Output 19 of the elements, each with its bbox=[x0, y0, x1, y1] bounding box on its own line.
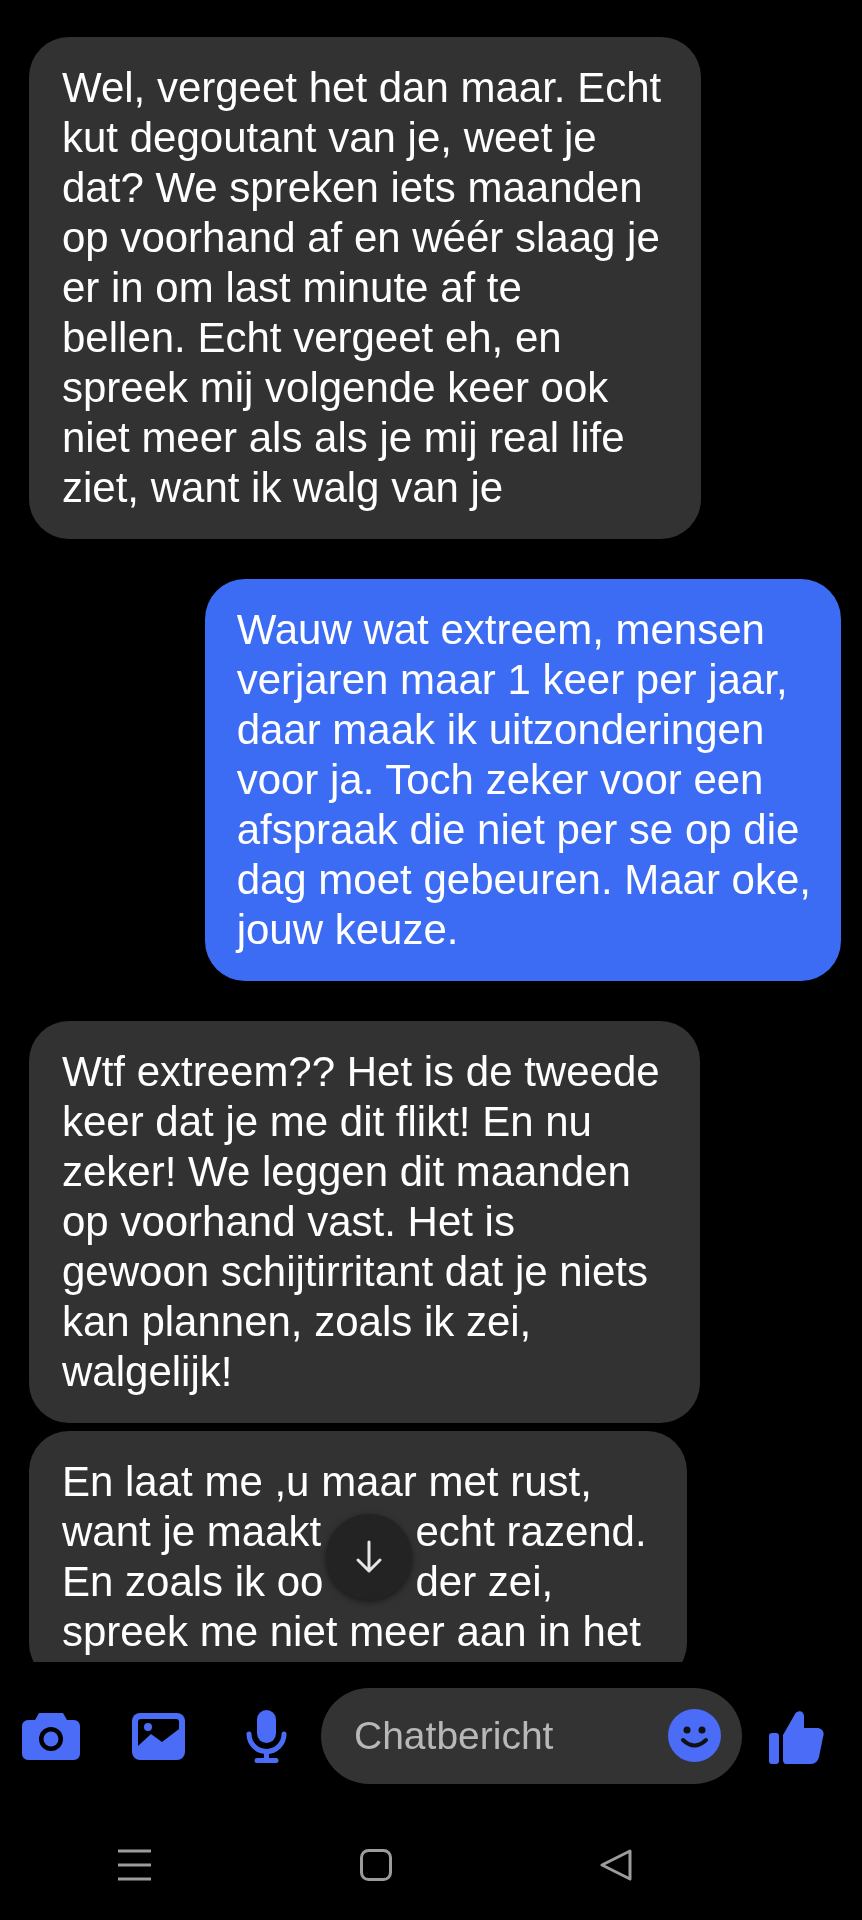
message-text: En laat me ,u maar met rust, bbox=[62, 1457, 593, 1507]
message-text-fragment: der zei, bbox=[415, 1557, 555, 1607]
square-icon[interactable] bbox=[360, 1849, 392, 1881]
back-icon[interactable] bbox=[600, 1849, 632, 1881]
camera-icon[interactable] bbox=[22, 1712, 80, 1760]
thumbs-up-icon[interactable] bbox=[769, 1708, 824, 1764]
message-text-fragment: echt razend. bbox=[415, 1507, 647, 1557]
image-icon[interactable] bbox=[132, 1712, 185, 1760]
message-text: spreek me niet meer aan in het bbox=[62, 1607, 642, 1657]
message-text-fragment: want je maakt bbox=[62, 1507, 323, 1557]
message-text: Wel, vergeet het dan maar. Echt kut degoutant van je, weet je dat? We spreken iets maanden op voorhand af en wéér slaag je er in om last minute af te bellen. Echt vergeet eh, en spreek mij volgende keer ook niet meer als als je mij real life ziet, want ik walg van je bbox=[62, 63, 662, 513]
microphone-icon[interactable] bbox=[246, 1709, 287, 1763]
menu-icon[interactable] bbox=[118, 1849, 151, 1881]
message-text: Wtf extreem?? Het is de tweede keer dat je me dit flikt! En nu zeker! We leggen dit maanden op voorhand vast. Het is gewoon schijtirritant dat je niets kan plannen, zoals ik zei, walgelijk! bbox=[62, 1047, 660, 1397]
arrow-down-icon bbox=[355, 1540, 384, 1574]
smiley-icon[interactable] bbox=[668, 1709, 721, 1762]
message-text-fragment: En zoals ik oo bbox=[62, 1557, 324, 1607]
message-text: Wauw wat extreem, mensen verjaren maar 1 keer per jaar, daar maak ik uitzonderingen voor ja. Toch zeker voor een afspraak die niet per se op die dag moet gebeuren. Maar oke, jouw keuze. bbox=[236, 605, 811, 955]
message-input-field[interactable]: Chatbericht bbox=[321, 1688, 742, 1784]
